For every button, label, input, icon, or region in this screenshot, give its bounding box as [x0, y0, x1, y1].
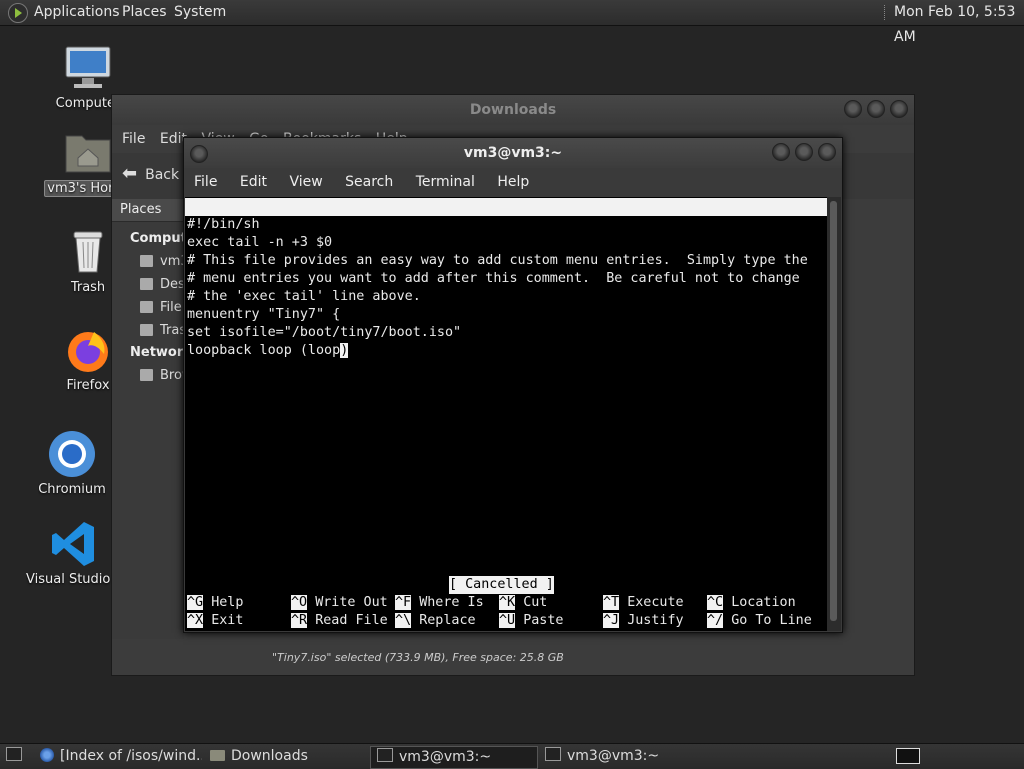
desktop-icon: [140, 278, 153, 290]
editor-line[interactable]: # This file provides an easy way to add …: [187, 252, 808, 270]
shortcut-where-is[interactable]: ^F Where Is: [395, 594, 484, 612]
taskbar-item-downloads[interactable]: Downloads: [204, 746, 366, 767]
nano-status-message: [ Cancelled ]: [449, 576, 554, 594]
taskbar-item-terminal-1[interactable]: vm3@vm3:~: [370, 746, 538, 769]
sidebar-section-network: Network: [130, 345, 192, 360]
sidebar-item-home[interactable]: vm3: [112, 250, 184, 273]
menu-terminal[interactable]: Terminal: [416, 174, 475, 190]
chromium-icon: [48, 430, 96, 478]
shortcut-help[interactable]: ^G Help: [187, 594, 243, 612]
close-button[interactable]: [890, 100, 908, 118]
shortcut-paste[interactable]: ^U Paste: [499, 612, 564, 630]
scrollbar-thumb[interactable]: [830, 201, 837, 621]
back-button[interactable]: ⬅ Back: [122, 163, 179, 184]
shortcut-write-out[interactable]: ^O Write Out: [291, 594, 388, 612]
sidebar-header[interactable]: Places: [112, 199, 184, 222]
menu-applications[interactable]: Applications: [34, 0, 120, 25]
window-menu-icon: [190, 145, 208, 163]
firefox-icon: [64, 326, 112, 374]
menu-file[interactable]: File: [194, 174, 217, 190]
menu-help[interactable]: Help: [497, 174, 529, 190]
workspace-icon: [896, 748, 920, 764]
trash-icon: [140, 324, 153, 336]
window-title: vm3@vm3:~: [463, 145, 563, 161]
menu-search[interactable]: Search: [345, 174, 393, 190]
panel-separator: [884, 5, 887, 20]
editor-line[interactable]: # menu entries you want to add after thi…: [187, 270, 800, 288]
menu-edit[interactable]: Edit: [240, 174, 267, 190]
bottom-taskbar: [Index of /isos/wind... Downloads vm3@vm…: [0, 743, 1024, 769]
terminal-window: vm3@vm3:~ File Edit View Search Terminal…: [183, 137, 843, 633]
menu-places[interactable]: Places: [122, 0, 167, 25]
window-menu-button[interactable]: [190, 144, 208, 174]
menu-file[interactable]: File: [122, 131, 145, 147]
close-button[interactable]: [818, 143, 836, 161]
folder-icon: [210, 750, 225, 761]
terminal-screen[interactable]: GNU nano 8.3 /etc/grub.d/40_custom Modif…: [185, 197, 827, 631]
top-panel: Applications Places System Mon Feb 10, 5…: [0, 0, 1024, 45]
shortcut-exit[interactable]: ^X Exit: [187, 612, 243, 630]
arrow-left-icon: ⬅: [122, 163, 138, 184]
terminal-menubar: File Edit View Search Terminal Help: [184, 168, 842, 196]
window-title: Downloads: [469, 102, 557, 118]
taskbar-item-browser[interactable]: [Index of /isos/wind...: [34, 746, 202, 767]
shortcut-location[interactable]: ^C Location: [707, 594, 796, 612]
vscode-icon: [50, 520, 98, 568]
nano-header: GNU nano 8.3 /etc/grub.d/40_custom Modif…: [185, 198, 827, 268]
sidebar-item-desktop[interactable]: Desktop: [112, 273, 184, 296]
desktop-icon-label: Trash: [70, 280, 106, 295]
terminal-scrollbar[interactable]: [827, 197, 841, 631]
file-manager-titlebar[interactable]: Downloads: [112, 95, 914, 125]
editor-line[interactable]: set isofile="/boot/tiny7/boot.iso": [187, 324, 461, 342]
nano-filename: /etc/grub.d/40_custom: [435, 235, 605, 250]
places-sidebar: Places Computer vm3 Desktop File System …: [112, 199, 203, 639]
shortcut-replace[interactable]: ^\ Replace: [395, 612, 476, 630]
terminal-titlebar[interactable]: vm3@vm3:~: [184, 138, 842, 168]
show-desktop-button[interactable]: [3, 746, 23, 767]
menu-view[interactable]: View: [289, 174, 322, 190]
distro-logo-icon[interactable]: [8, 3, 28, 23]
desktop-icon-label: Visual Studio Code: [26, 572, 122, 587]
show-desktop-icon: [6, 747, 22, 761]
shortcut-justify[interactable]: ^J Justify: [603, 612, 684, 630]
menu-system[interactable]: System: [174, 0, 226, 25]
editor-line[interactable]: #!/bin/sh: [187, 216, 260, 234]
shortcut-execute[interactable]: ^T Execute: [603, 594, 684, 612]
network-icon: [140, 369, 153, 381]
editor-line[interactable]: exec tail -n +3 $0: [187, 234, 332, 252]
desktop-icon-label: Chromium: [38, 482, 106, 497]
shortcut-read-file[interactable]: ^R Read File: [291, 612, 388, 630]
editor-line[interactable]: # the 'exec tail' line above.: [187, 288, 421, 306]
editor-line-text: loopback loop (loop: [187, 343, 341, 358]
maximize-button[interactable]: [867, 100, 885, 118]
shortcut-go-to-line[interactable]: ^/ Go To Line: [707, 612, 812, 630]
text-cursor: ): [340, 343, 349, 358]
globe-icon: [40, 748, 54, 762]
minimize-button[interactable]: [844, 100, 862, 118]
terminal-icon: [377, 748, 393, 762]
desktop-icon-vscode[interactable]: Visual Studio Code: [26, 520, 122, 591]
sidebar-item-browse-network[interactable]: Browse Network: [112, 364, 184, 387]
sidebar-item-trash[interactable]: Trash: [112, 319, 184, 342]
home-icon: [140, 255, 153, 267]
sidebar-item-filesystem[interactable]: File System: [112, 296, 184, 319]
desktop-icon-chromium[interactable]: Chromium: [24, 430, 120, 501]
home-folder-icon: [64, 128, 112, 176]
editor-line[interactable]: menuentry "Tiny7" {: [187, 306, 340, 324]
file-manager-statusbar: "Tiny7.iso" selected (733.9 MB), Free sp…: [272, 651, 564, 664]
drive-icon: [140, 301, 153, 313]
taskbar-item-terminal-2[interactable]: vm3@vm3:~: [539, 746, 705, 767]
minimize-button[interactable]: [772, 143, 790, 161]
shortcut-cut[interactable]: ^K Cut: [499, 594, 547, 612]
terminal-icon: [545, 747, 561, 761]
desktop-icon-label: Firefox: [66, 378, 110, 393]
maximize-button[interactable]: [795, 143, 813, 161]
workspace-switcher[interactable]: [894, 746, 922, 767]
trash-icon: [64, 228, 112, 276]
computer-icon: [64, 44, 112, 92]
editor-line-current[interactable]: loopback loop (loop): [187, 342, 349, 360]
sidebar-section-computer: Computer: [130, 231, 203, 246]
clock[interactable]: Mon Feb 10, 5:53 AM: [894, 0, 1024, 45]
